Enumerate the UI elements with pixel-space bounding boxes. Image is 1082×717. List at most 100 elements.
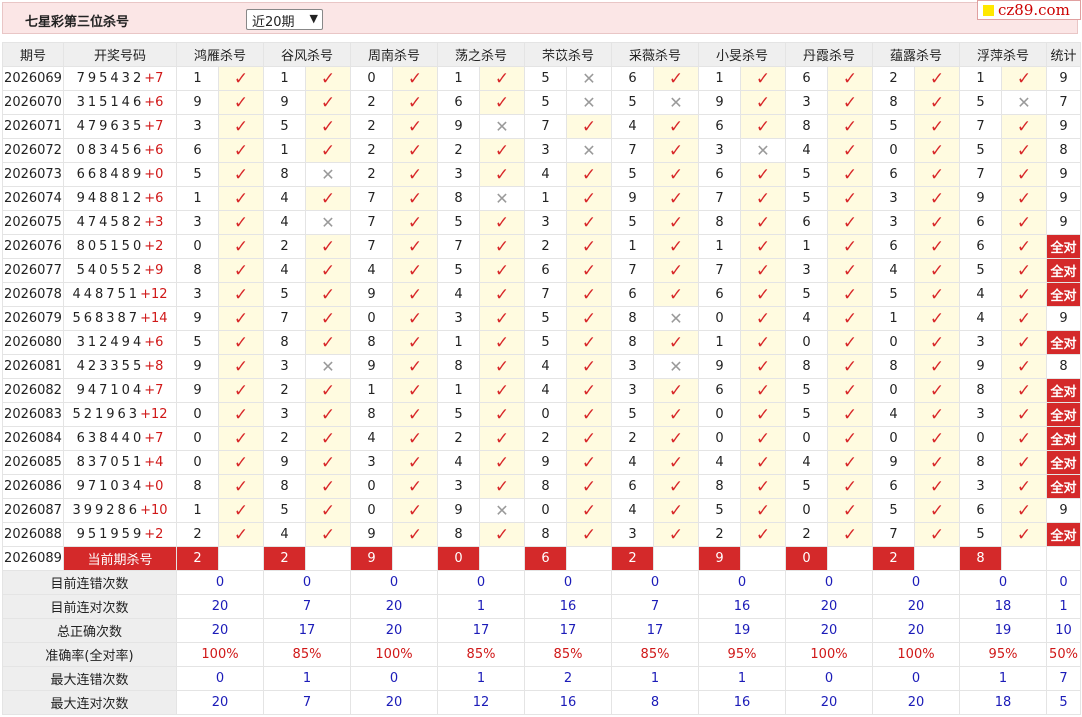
draw-digits: 474582	[76, 215, 145, 230]
check-icon: ✓	[407, 260, 423, 281]
table-row: 2026071 479635+7 3 ✓ 5 ✓ 2 ✓ 9 ✕ 7 ✓ 4 ✓ 6 ✓ 8 ✓ 5 ✓ 7 ✓ 9	[2, 114, 1081, 139]
current-pick-cell: 9	[350, 546, 393, 571]
pick-number-cell: 9	[437, 114, 480, 139]
column-header: 鸿雁杀号	[176, 42, 264, 67]
check-icon: ✓	[668, 452, 684, 473]
result-mark-cell: ✓	[914, 354, 960, 379]
result-mark-cell: ✓	[1001, 66, 1047, 91]
pick-number-cell: 4	[263, 258, 306, 283]
pick-number-cell: 7	[611, 258, 654, 283]
result-mark-cell: ✓	[827, 186, 873, 211]
result-mark-cell: ✕	[305, 354, 351, 379]
result-mark-cell: ✓	[566, 378, 612, 403]
result-mark-cell: ✓	[566, 450, 612, 475]
summary-value: 7	[263, 594, 351, 619]
pick-number-cell: 4	[524, 354, 567, 379]
summary-label: 最大连错次数	[2, 666, 177, 691]
check-icon: ✓	[581, 524, 597, 545]
check-icon: ✓	[320, 452, 336, 473]
check-icon: ✓	[929, 68, 945, 89]
result-mark-cell: ✓	[653, 210, 699, 235]
result-mark-cell: ✓	[218, 402, 264, 427]
result-mark-cell: ✓	[653, 450, 699, 475]
result-mark-cell: ✓	[914, 378, 960, 403]
check-icon: ✓	[581, 260, 597, 281]
draw-bonus: +7	[144, 383, 164, 398]
check-icon: ✓	[842, 116, 858, 137]
summary-value: 20	[176, 690, 264, 715]
draw-number-cell: 083456+6	[63, 138, 177, 163]
draw-bonus: +14	[140, 311, 168, 326]
check-icon: ✓	[233, 236, 249, 257]
check-icon: ✓	[581, 404, 597, 425]
draw-digits: 805150	[76, 239, 145, 254]
summary-value: 19	[959, 618, 1047, 643]
stat-cell: 全对	[1046, 282, 1081, 307]
pick-number-cell: 2	[611, 426, 654, 451]
pick-number-cell: 1	[263, 138, 306, 163]
period-cell: 2026080	[2, 330, 64, 355]
result-mark-cell: ✓	[827, 66, 873, 91]
pick-number-cell: 1	[437, 330, 480, 355]
current-stat-cell	[1046, 546, 1081, 571]
pick-number-cell: 4	[872, 258, 915, 283]
pick-number-cell: 7	[698, 186, 741, 211]
result-mark-cell: ✓	[740, 114, 786, 139]
period-cell: 2026073	[2, 162, 64, 187]
check-icon: ✓	[320, 428, 336, 449]
check-icon: ✓	[494, 404, 510, 425]
summary-value: 20	[785, 594, 873, 619]
pick-number-cell: 5	[698, 498, 741, 523]
stat-cell: 9	[1046, 498, 1081, 523]
summary-value: 18	[959, 594, 1047, 619]
check-icon: ✓	[320, 68, 336, 89]
current-pick-cell: 6	[524, 546, 567, 571]
result-mark-cell: ✓	[1001, 114, 1047, 139]
result-mark-cell: ✓	[218, 186, 264, 211]
pick-number-cell: 8	[872, 354, 915, 379]
stat-cell: 全对	[1046, 474, 1081, 499]
result-mark-cell: ✓	[392, 186, 438, 211]
pick-number-cell: 5	[785, 186, 828, 211]
site-logo[interactable]: cz89.com	[977, 0, 1081, 20]
cross-icon: ✕	[495, 501, 509, 520]
result-mark-cell: ✓	[1001, 474, 1047, 499]
pick-number-cell: 8	[176, 258, 219, 283]
pick-number-cell: 3	[437, 474, 480, 499]
pick-number-cell: 1	[698, 330, 741, 355]
result-mark-cell: ✓	[740, 378, 786, 403]
stat-cell: 9	[1046, 162, 1081, 187]
check-icon: ✓	[755, 428, 771, 449]
period-cell: 2026087	[2, 498, 64, 523]
summary-value: 0	[785, 570, 873, 595]
check-icon: ✓	[407, 356, 423, 377]
table-row: 2026072 083456+6 6 ✓ 1 ✓ 2 ✓ 2 ✓ 3 ✕ 7 ✓ 3 ✕ 4 ✓ 0 ✓ 5 ✓ 8	[2, 138, 1081, 163]
summary-value: 95%	[959, 642, 1047, 667]
pick-number-cell: 0	[176, 402, 219, 427]
result-mark-cell: ✓	[566, 114, 612, 139]
draw-digits: 947104	[76, 383, 145, 398]
check-icon: ✓	[1016, 380, 1032, 401]
pick-number-cell: 5	[959, 90, 1002, 115]
period-range-select[interactable]: 近20期 ▼	[246, 9, 323, 30]
draw-number-cell: 474582+3	[63, 210, 177, 235]
check-icon: ✓	[407, 164, 423, 185]
current-blank-cell	[827, 546, 873, 571]
pick-number-cell: 3	[350, 450, 393, 475]
result-mark-cell: ✓	[1001, 522, 1047, 547]
pick-number-cell: 7	[350, 210, 393, 235]
pick-number-cell: 8	[437, 186, 480, 211]
check-icon: ✓	[668, 188, 684, 209]
pick-number-cell: 5	[785, 402, 828, 427]
result-mark-cell: ✓	[305, 402, 351, 427]
draw-number-cell: 521963+12	[63, 402, 177, 427]
result-mark-cell: ✓	[305, 234, 351, 259]
pick-number-cell: 5	[524, 306, 567, 331]
result-mark-cell: ✓	[914, 90, 960, 115]
result-mark-cell: ✓	[479, 450, 525, 475]
pick-number-cell: 2	[698, 522, 741, 547]
result-mark-cell: ✓	[827, 258, 873, 283]
current-blank-cell	[914, 546, 960, 571]
result-mark-cell: ✕	[479, 186, 525, 211]
result-mark-cell: ✓	[305, 90, 351, 115]
